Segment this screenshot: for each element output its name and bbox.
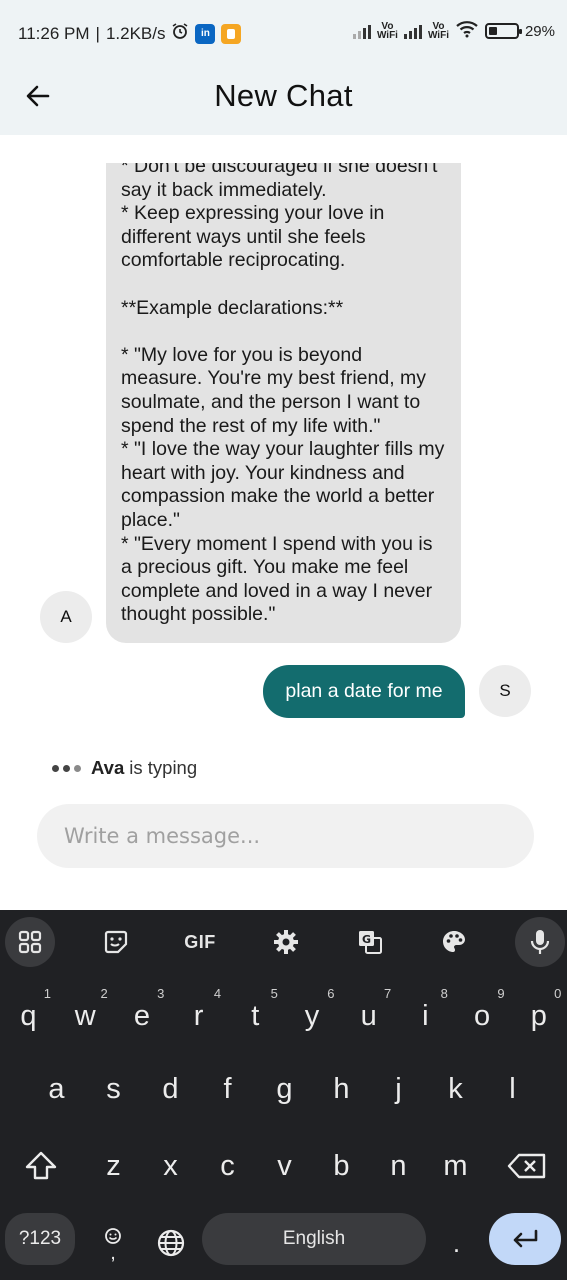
key-s[interactable]: s xyxy=(85,1059,142,1119)
language-globe-icon[interactable] xyxy=(142,1213,199,1273)
key-w[interactable]: 2w xyxy=(57,986,114,1046)
key-y[interactable]: 6y xyxy=(284,986,341,1046)
battery-icon xyxy=(484,23,522,39)
key-label: p xyxy=(530,999,547,1032)
keyboard: GIF G 1q2w3e4r5t6y7u8i9o0p asdfghjkl zxc… xyxy=(0,910,567,1280)
key-k[interactable]: k xyxy=(427,1059,484,1119)
enter-key-icon[interactable] xyxy=(489,1213,561,1265)
sticker-icon[interactable] xyxy=(91,922,141,962)
typing-name: Ava xyxy=(91,757,125,778)
key-number-hint: 6 xyxy=(327,986,335,1001)
key-c[interactable]: c xyxy=(199,1136,256,1196)
signal-icon-2 xyxy=(403,23,422,39)
key-x[interactable]: x xyxy=(142,1136,199,1196)
key-a[interactable]: a xyxy=(28,1059,85,1119)
key-b[interactable]: b xyxy=(313,1136,370,1196)
bot-message-text: * Don't be discouraged if she doesn't sa… xyxy=(121,163,445,626)
symbols-key[interactable]: ?123 xyxy=(5,1213,75,1265)
key-o[interactable]: 9o xyxy=(454,986,511,1046)
key-p[interactable]: 0p xyxy=(510,986,567,1046)
key-e[interactable]: 3e xyxy=(113,986,170,1046)
status-bar: 11:26 PM | 1.2KB/s in Vo WiFi Vo WiFi 29… xyxy=(0,0,567,68)
signal-icon xyxy=(352,23,371,39)
key-t[interactable]: 5t xyxy=(227,986,284,1046)
settings-gear-icon[interactable] xyxy=(261,922,311,962)
key-q[interactable]: 1q xyxy=(0,986,57,1046)
comma-char: , xyxy=(110,1241,116,1264)
apps-grid-icon[interactable] xyxy=(5,917,55,967)
key-label: w xyxy=(74,999,96,1032)
user-message-bubble: plan a date for me xyxy=(263,665,465,718)
microphone-icon[interactable] xyxy=(515,917,565,967)
bot-message-bubble: * Don't be discouraged if she doesn't sa… xyxy=(106,163,461,643)
period-key[interactable]: . xyxy=(428,1213,485,1273)
page-title: New Chat xyxy=(214,78,353,113)
key-i[interactable]: 8i xyxy=(397,986,454,1046)
status-right: Vo WiFi Vo WiFi 29% xyxy=(352,20,555,42)
key-u[interactable]: 7u xyxy=(340,986,397,1046)
key-number-hint: 8 xyxy=(440,986,448,1001)
key-z[interactable]: z xyxy=(85,1136,142,1196)
backspace-key-icon[interactable] xyxy=(498,1136,555,1196)
app-header: New Chat xyxy=(0,68,567,135)
key-v[interactable]: v xyxy=(256,1136,313,1196)
typing-dots-icon xyxy=(52,764,81,772)
network-speed: 1.2KB/s xyxy=(105,23,166,43)
emoji-comma-key[interactable]: , xyxy=(85,1213,141,1273)
key-label: i xyxy=(422,999,429,1032)
theme-palette-icon[interactable] xyxy=(429,922,479,962)
bot-avatar: A xyxy=(40,591,92,643)
key-number-hint: 5 xyxy=(270,986,278,1001)
key-g[interactable]: g xyxy=(256,1059,313,1119)
key-n[interactable]: n xyxy=(370,1136,427,1196)
status-left: 11:26 PM | 1.2KB/s in xyxy=(18,22,242,45)
notification-app-icon xyxy=(221,23,242,44)
key-h[interactable]: h xyxy=(313,1059,370,1119)
space-key[interactable]: English xyxy=(202,1213,426,1265)
vowifi-badge: Vo WiFi xyxy=(376,21,398,41)
key-label: e xyxy=(133,999,150,1032)
message-input[interactable] xyxy=(37,804,534,868)
gif-button[interactable]: GIF xyxy=(175,922,225,962)
key-j[interactable]: j xyxy=(370,1059,427,1119)
key-number-hint: 1 xyxy=(43,986,51,1001)
key-r[interactable]: 4r xyxy=(170,986,227,1046)
typing-text: is typing xyxy=(129,757,198,778)
key-number-hint: 4 xyxy=(213,986,222,1001)
chat-area[interactable]: * Don't be discouraged if she doesn't sa… xyxy=(0,135,567,910)
shift-key-icon[interactable] xyxy=(12,1136,69,1196)
translate-icon[interactable]: G xyxy=(345,922,395,962)
status-time: 11:26 PM xyxy=(18,23,90,43)
user-avatar: S xyxy=(479,665,531,717)
key-number-hint: 2 xyxy=(100,986,108,1001)
key-number-hint: 0 xyxy=(554,986,562,1001)
key-number-hint: 9 xyxy=(497,986,505,1001)
key-number-hint: 7 xyxy=(383,986,392,1001)
top-area: 11:26 PM | 1.2KB/s in Vo WiFi Vo WiFi 29… xyxy=(0,0,567,135)
key-f[interactable]: f xyxy=(199,1059,256,1119)
key-label: r xyxy=(193,999,204,1032)
key-number-hint: 3 xyxy=(157,986,165,1001)
svg-text:G: G xyxy=(362,933,371,946)
key-label: y xyxy=(304,999,320,1032)
key-m[interactable]: m xyxy=(427,1136,484,1196)
wifi-icon xyxy=(455,20,479,42)
keyboard-toolbar: GIF G xyxy=(0,910,567,974)
chat-screen: 11:26 PM | 1.2KB/s in Vo WiFi Vo WiFi 29… xyxy=(0,0,567,1280)
key-d[interactable]: d xyxy=(142,1059,199,1119)
vowifi-badge-2: Vo WiFi xyxy=(427,21,449,41)
status-separator: | xyxy=(95,23,100,43)
alarm-icon xyxy=(171,22,189,45)
key-label: u xyxy=(360,999,377,1032)
key-label: q xyxy=(20,999,37,1032)
battery-percent: 29% xyxy=(524,22,555,40)
key-label: o xyxy=(474,999,491,1032)
typing-indicator: Ava is typing xyxy=(52,757,197,779)
linkedin-icon: in xyxy=(195,23,216,44)
key-label: t xyxy=(251,999,260,1032)
key-l[interactable]: l xyxy=(484,1059,541,1119)
